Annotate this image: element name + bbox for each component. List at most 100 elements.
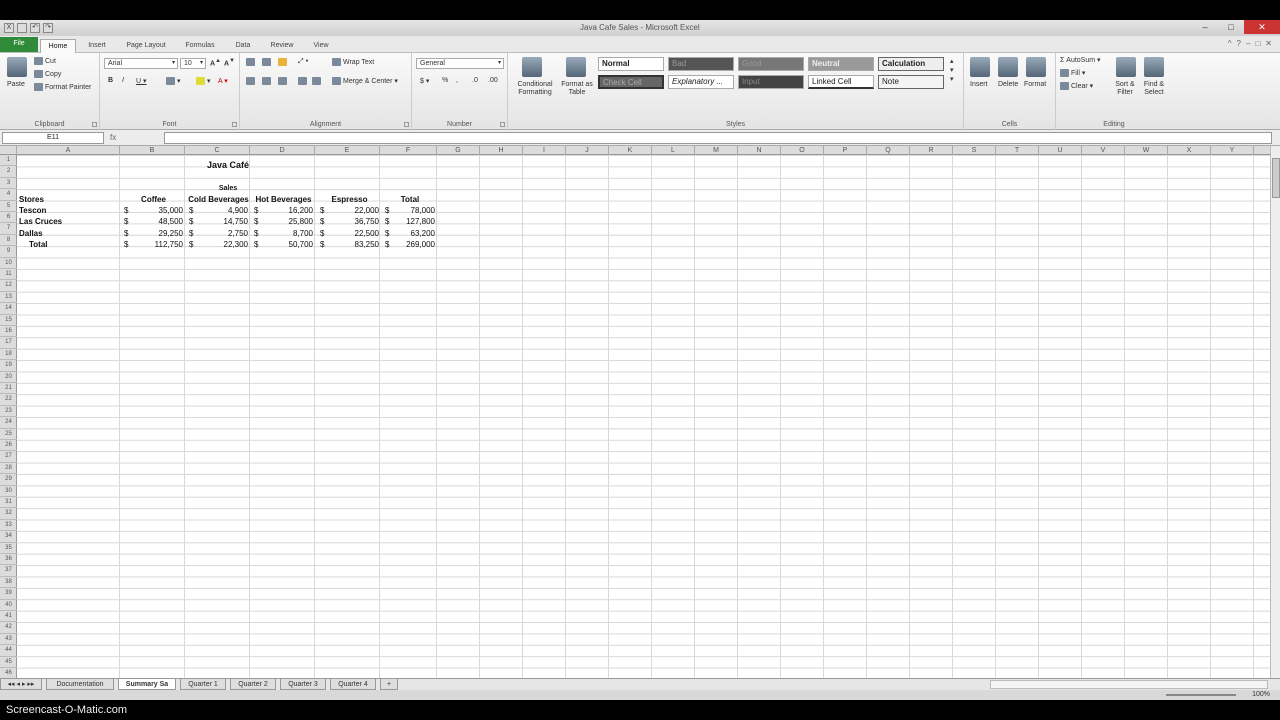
workbook-restore-icon[interactable]: □ <box>1255 39 1260 48</box>
align-right-icon[interactable] <box>278 77 289 85</box>
workbook-close-icon[interactable]: ✕ <box>1265 39 1272 48</box>
autosum-button[interactable]: Σ AutoSum ▾ <box>1060 56 1101 64</box>
row-header[interactable]: 15 <box>0 315 17 326</box>
style-check-cell[interactable]: Check Cell <box>598 75 664 89</box>
fill-button[interactable]: Fill ▾ <box>1060 69 1085 78</box>
row-header[interactable]: 41 <box>0 611 17 623</box>
row-header[interactable]: 5 <box>0 201 17 212</box>
number-launcher-icon[interactable] <box>500 122 505 127</box>
sales-value-cell[interactable]: 35,000 <box>121 205 183 216</box>
column-header[interactable]: U <box>1039 146 1082 155</box>
sales-value-cell[interactable]: 29,250 <box>121 228 183 239</box>
sheet-tab-documentation[interactable]: Documentation <box>46 679 114 690</box>
save-icon[interactable] <box>17 23 27 33</box>
workbook-minimize-icon[interactable]: – <box>1246 39 1250 48</box>
column-header[interactable]: L <box>652 146 695 155</box>
sheet-tab-summary[interactable]: Summary Sa <box>118 679 176 690</box>
sales-value-cell[interactable]: 22,000 <box>317 205 379 216</box>
wrap-text-button[interactable]: Wrap Text <box>332 58 374 66</box>
tab-home[interactable]: Home <box>40 39 76 53</box>
row-header[interactable]: 17 <box>0 337 17 349</box>
row-header[interactable]: 39 <box>0 588 17 600</box>
column-header[interactable]: B <box>120 146 185 155</box>
clipboard-launcher-icon[interactable] <box>92 122 97 127</box>
close-button[interactable]: ✕ <box>1244 20 1280 34</box>
row-header[interactable]: 35 <box>0 543 17 554</box>
column-header[interactable]: W <box>1125 146 1168 155</box>
column-header[interactable]: V <box>1082 146 1125 155</box>
increase-indent-icon[interactable] <box>312 77 323 85</box>
row-header[interactable]: 6 <box>0 212 17 224</box>
sales-value-cell[interactable]: 50,700 <box>251 239 313 250</box>
column-header[interactable]: M <box>695 146 738 155</box>
font-size-select[interactable]: 10 ▾ <box>180 58 206 69</box>
row-header[interactable]: 16 <box>0 326 17 338</box>
sales-value-cell[interactable]: 14,750 <box>186 216 248 227</box>
column-header[interactable]: O <box>781 146 824 155</box>
copy-button[interactable]: Copy <box>34 70 61 78</box>
column-header[interactable]: E <box>315 146 380 155</box>
row-header[interactable]: 3 <box>0 178 17 190</box>
redo-icon[interactable]: ↷ <box>43 23 53 33</box>
column-header[interactable]: H <box>480 146 523 155</box>
column-header[interactable]: G <box>437 146 480 155</box>
cell-area[interactable]: Java Café Sales Stores Coffee Cold Bever… <box>17 155 1270 678</box>
column-header[interactable]: A <box>17 146 120 155</box>
row-header[interactable]: 10 <box>0 258 17 269</box>
format-as-table-icon[interactable] <box>566 57 586 77</box>
column-header[interactable]: F <box>380 146 437 155</box>
top-align-icon[interactable] <box>246 58 257 66</box>
sort-filter-icon[interactable] <box>1116 57 1136 77</box>
row-header[interactable]: 45 <box>0 657 17 668</box>
minimize-ribbon-icon[interactable]: ^ <box>1228 39 1232 48</box>
maximize-button[interactable]: □ <box>1218 20 1244 34</box>
store-name-cell[interactable]: Tescon <box>19 205 109 216</box>
row-header[interactable]: 28 <box>0 463 17 475</box>
column-header[interactable]: Z <box>1254 146 1270 155</box>
column-header[interactable]: R <box>910 146 953 155</box>
decrease-indent-icon[interactable] <box>298 77 309 85</box>
row-header[interactable]: 30 <box>0 486 17 497</box>
row-header[interactable]: 21 <box>0 383 17 395</box>
row-header[interactable]: 42 <box>0 622 17 634</box>
format-cells-button[interactable]: Format <box>1024 81 1046 88</box>
sales-value-cell[interactable]: 22,300 <box>186 239 248 250</box>
conditional-formatting-button[interactable]: Conditional Formatting <box>512 81 558 97</box>
style-linked-cell[interactable]: Linked Cell <box>808 75 874 89</box>
excel-logo-icon[interactable]: X <box>4 23 14 33</box>
column-header[interactable]: J <box>566 146 609 155</box>
format-painter-button[interactable]: Format Painter <box>34 83 91 91</box>
shrink-font-button[interactable]: A▼ <box>224 58 235 67</box>
alignment-launcher-icon[interactable] <box>404 122 409 127</box>
sheet-tab-quarter-2[interactable]: Quarter 2 <box>230 679 276 690</box>
align-center-icon[interactable] <box>262 77 273 85</box>
accounting-format-button[interactable]: $ ▾ <box>420 77 429 85</box>
tab-view[interactable]: View <box>308 39 334 53</box>
row-header[interactable]: 29 <box>0 474 17 486</box>
sheet-nav-buttons[interactable]: ◂◂ ◂ ▸ ▸▸ <box>0 679 42 690</box>
borders-button[interactable]: ▾ <box>166 77 181 86</box>
worksheet-grid[interactable]: ABCDEFGHIJKLMNOPQRSTUVWXYZ 1234567891011… <box>0 146 1270 678</box>
tab-data[interactable]: Data <box>230 39 256 53</box>
column-header[interactable]: Q <box>867 146 910 155</box>
insert-cells-button[interactable]: Insert <box>970 81 988 88</box>
column-header[interactable]: K <box>609 146 652 155</box>
number-format-select[interactable]: General ▾ <box>416 58 504 69</box>
header-stores[interactable]: Stores <box>19 194 119 205</box>
sales-value-cell[interactable]: 63,200 <box>382 228 435 239</box>
paste-icon[interactable] <box>7 57 27 77</box>
merge-center-button[interactable]: Merge & Center ▾ <box>332 77 398 86</box>
row-header[interactable]: 2 <box>0 166 17 178</box>
italic-button[interactable]: I <box>122 77 124 84</box>
row-header[interactable]: 25 <box>0 429 17 440</box>
sales-value-cell[interactable]: 2,750 <box>186 228 248 239</box>
undo-icon[interactable]: ↶ <box>30 23 40 33</box>
column-header[interactable]: T <box>996 146 1039 155</box>
insert-sheet-icon[interactable]: + <box>380 679 398 690</box>
find-select-icon[interactable] <box>1144 57 1164 77</box>
column-header[interactable]: D <box>250 146 315 155</box>
sheet-tab-quarter-3[interactable]: Quarter 3 <box>280 679 326 690</box>
row-header[interactable]: 37 <box>0 565 17 577</box>
row-header[interactable]: 1 <box>0 155 17 167</box>
row-header[interactable]: 33 <box>0 520 17 532</box>
